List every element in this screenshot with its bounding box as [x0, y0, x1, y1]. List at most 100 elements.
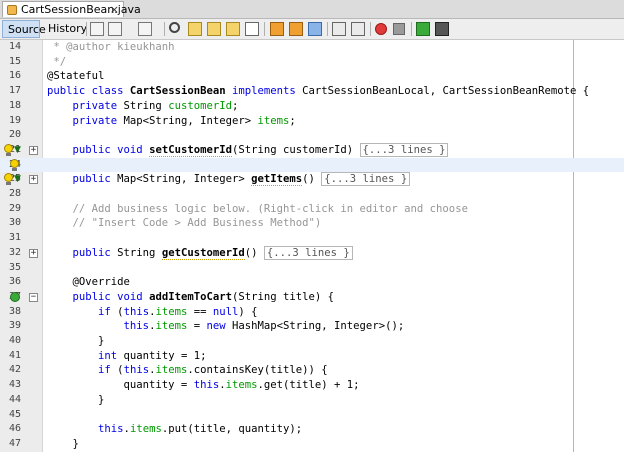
- line-number: 18: [8, 99, 21, 111]
- line-number: 47: [8, 437, 21, 449]
- folded-code-block[interactable]: {...3 lines }: [321, 172, 411, 187]
- line-number: 28: [8, 188, 21, 199]
- line-number: 30: [8, 217, 21, 229]
- code-text: @Stateful: [47, 70, 105, 83]
- last-edit-icon[interactable]: [90, 22, 104, 36]
- code-line: 47 }: [0, 437, 624, 452]
- code-line: 45: [0, 408, 624, 423]
- previous-bookmark-icon[interactable]: [270, 22, 284, 36]
- code-text: private String customerId;: [47, 99, 239, 112]
- code-line: 29 // Add business logic below. (Right-c…: [0, 202, 624, 217]
- line-number: 14: [8, 41, 21, 52]
- toolbar-separator: [86, 22, 87, 36]
- history-tab-button[interactable]: History: [43, 20, 87, 38]
- code-text: public String getCustomerId() {...3 line…: [47, 245, 353, 261]
- start-macro-icon[interactable]: [375, 23, 387, 35]
- line-number: 29: [8, 202, 21, 214]
- file-tab-title: CartSessionBean.java: [21, 3, 141, 16]
- code-line: 32 + public String getCustomerId() {...3…: [0, 245, 624, 261]
- comment-icon[interactable]: [435, 22, 449, 36]
- code-line: 31: [0, 231, 624, 246]
- code-line: 38 if (this.items == null) {: [0, 305, 624, 320]
- code-line: 14 * @author kieukhanh: [0, 40, 624, 55]
- code-text: */: [47, 55, 67, 68]
- line-number: 31: [8, 232, 21, 244]
- line-number: 42: [8, 364, 21, 376]
- code-text: private Map<String, Integer> items;: [47, 114, 296, 127]
- code-text: * @author kieukhanh: [47, 41, 175, 53]
- code-line: 25 ▼ + public Map<String, Integer> getIt…: [0, 172, 624, 187]
- code-text: this.items.put(title, quantity);: [98, 423, 303, 436]
- run-icon[interactable]: [416, 22, 430, 36]
- code-text: }: [47, 335, 105, 347]
- folded-code-block[interactable]: {...3 lines }: [263, 245, 353, 260]
- code-line: 39 this.items = new HashMap<String, Inte…: [0, 319, 624, 334]
- line-number: 41: [8, 349, 21, 361]
- code-line: 30 // "Insert Code > Add Business Method…: [0, 216, 624, 231]
- toggle-bookmark-icon[interactable]: [308, 22, 322, 36]
- code-text: }: [47, 393, 105, 406]
- forward-icon[interactable]: [138, 22, 152, 36]
- find-previous-icon[interactable]: [188, 22, 202, 36]
- close-tab-icon[interactable]: ×: [110, 2, 119, 18]
- code-text: if (this.items == null) {: [47, 305, 258, 318]
- source-tab-button[interactable]: Source: [2, 20, 46, 38]
- code-line: 42 if (this.items.containsKey(title)) {: [0, 363, 624, 378]
- expand-fold-icon[interactable]: +: [29, 248, 38, 258]
- code-line: 15 */: [0, 55, 624, 70]
- implements-arrow-icon[interactable]: ▼: [14, 145, 21, 155]
- collapse-fold-icon[interactable]: −: [29, 292, 38, 302]
- code-text: @Override: [47, 276, 130, 289]
- code-line: 19 private Map<String, Integer> items;: [0, 114, 624, 129]
- line-number: 44: [8, 393, 21, 405]
- code-text: // Add business logic below. (Right-clic…: [47, 202, 468, 215]
- code-text: this.items = new HashMap<String, Integer…: [123, 320, 405, 333]
- hint-bulb-icon[interactable]: [4, 173, 14, 186]
- line-number: 17: [8, 85, 21, 97]
- shift-left-icon[interactable]: [332, 22, 346, 36]
- java-file-icon: [7, 5, 17, 15]
- next-bookmark-icon[interactable]: [289, 22, 303, 36]
- line-number: 19: [8, 114, 21, 126]
- line-number: 40: [8, 335, 21, 346]
- code-line: 21 ▼ + public void setCustomerId(String …: [0, 142, 624, 158]
- shift-right-icon[interactable]: [351, 22, 365, 36]
- toolbar-separator: [264, 22, 265, 36]
- toolbar-separator: [370, 22, 371, 36]
- code-line: 17 public class CartSessionBean implemen…: [0, 84, 624, 99]
- implements-arrow-icon[interactable]: ▼: [14, 175, 21, 184]
- line-number: 45: [8, 408, 21, 420]
- code-line: 43 quantity = this.items.get(title) + 1;: [0, 378, 624, 393]
- stop-macro-icon[interactable]: [393, 23, 405, 35]
- hint-bulb-icon[interactable]: [4, 143, 14, 156]
- toggle-highlight-icon[interactable]: [226, 22, 240, 36]
- find-next-icon[interactable]: [207, 22, 221, 36]
- code-editor[interactable]: 14 * @author kieukhanh 15 */ 16 @Statefu…: [0, 40, 624, 452]
- code-text: public void setCustomerId(String custome…: [47, 142, 449, 158]
- back-icon[interactable]: [108, 22, 122, 36]
- code-line: 35: [0, 261, 624, 276]
- line-number: 36: [8, 276, 21, 288]
- rect-select-icon[interactable]: [245, 22, 259, 36]
- code-line: 37 − public void addItemToCart(String ti…: [0, 290, 624, 305]
- code-line: 36 @Override: [0, 275, 624, 290]
- line-number: 16: [8, 70, 21, 82]
- toolbar-separator: [411, 22, 412, 36]
- expand-fold-icon[interactable]: +: [29, 175, 38, 185]
- line-number: 38: [8, 305, 21, 317]
- code-line: 16 @Stateful: [0, 69, 624, 84]
- code-line: 20: [0, 128, 624, 143]
- code-text: if (this.items.containsKey(title)) {: [47, 364, 328, 377]
- find-icon[interactable]: [169, 22, 180, 33]
- code-line: 46 this.items.put(title, quantity);: [0, 422, 624, 437]
- folded-code-block[interactable]: {...3 lines }: [359, 142, 449, 157]
- file-tab[interactable]: CartSessionBean.java ×: [2, 1, 141, 18]
- hint-bulb-icon[interactable]: [10, 158, 20, 171]
- code-text: // "Insert Code > Add Business Method"): [47, 217, 322, 230]
- code-text: public class CartSessionBean implements …: [47, 85, 590, 98]
- toolbar-separator: [164, 22, 165, 36]
- code-line: 40 }: [0, 334, 624, 349]
- editor-toolbar: Source History: [0, 19, 624, 40]
- expand-fold-icon[interactable]: +: [29, 145, 38, 155]
- override-marker-icon[interactable]: [10, 291, 20, 302]
